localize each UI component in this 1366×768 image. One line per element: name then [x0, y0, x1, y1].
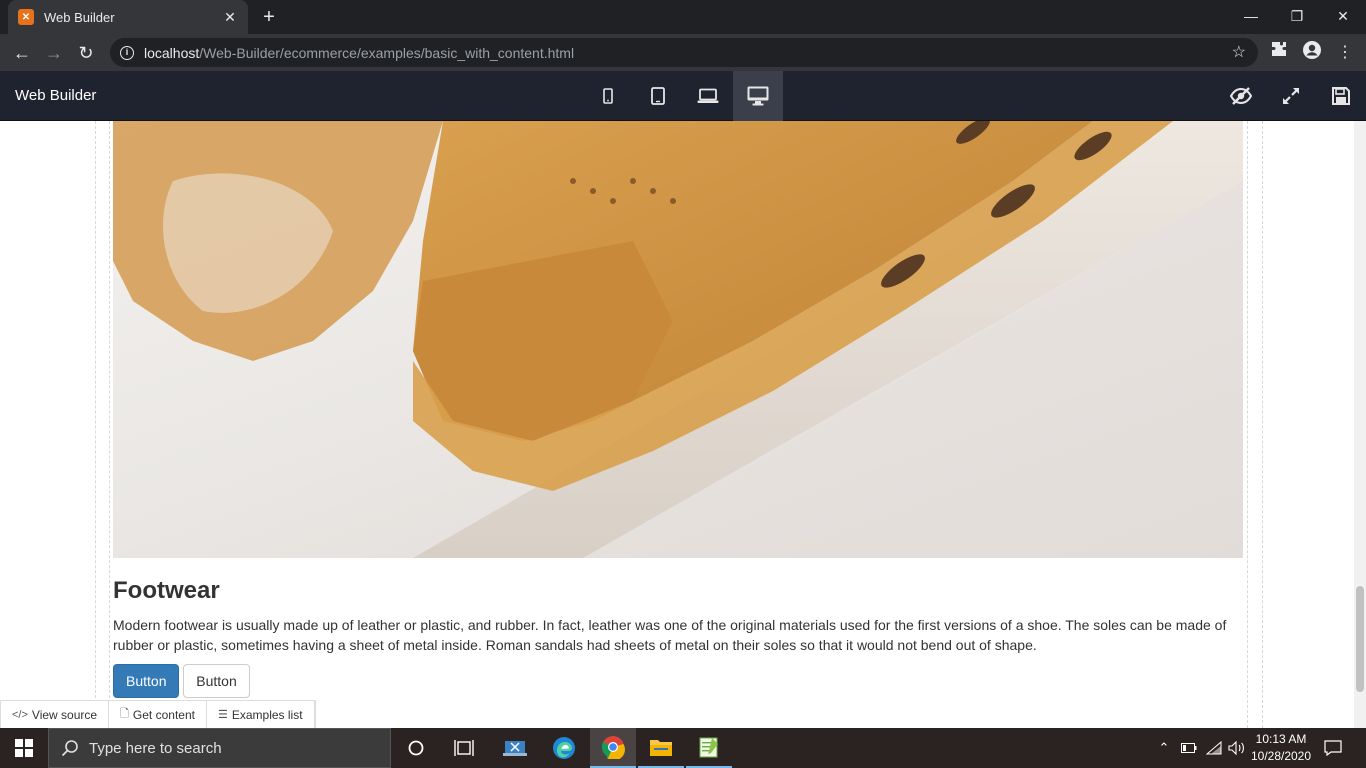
tablet-view-button[interactable] — [633, 71, 683, 121]
builder-app-bar: Web Builder — [0, 71, 1366, 121]
hero-image[interactable] — [113, 121, 1243, 558]
clock-time: 10:13 AM — [1255, 732, 1307, 746]
close-tab-icon[interactable]: ✕ — [222, 9, 238, 26]
profile-icon[interactable] — [1299, 40, 1325, 66]
scrollbar-thumb[interactable] — [1356, 586, 1364, 692]
xampp-favicon-icon: ✕ — [18, 9, 34, 25]
windows-taskbar: Type here to search ⌃ 10:13 AM 10/28/202… — [0, 728, 1366, 768]
search-placeholder: Type here to search — [89, 739, 222, 757]
page-scrollbar[interactable] — [1354, 121, 1366, 728]
notifications-icon[interactable] — [1320, 728, 1346, 768]
extensions-icon[interactable] — [1266, 40, 1292, 66]
save-icon[interactable] — [1328, 83, 1354, 109]
desktop-view-button[interactable] — [733, 71, 783, 121]
window-close-icon[interactable]: ✕ — [1320, 4, 1366, 28]
preview-toggle-icon[interactable] — [1228, 83, 1254, 109]
file-explorer-icon[interactable] — [638, 728, 684, 768]
tablet-icon — [651, 87, 665, 105]
builder-bottom-bar: </> View source 🗋 Get content ☰ Examples… — [0, 700, 316, 728]
battery-icon[interactable] — [1178, 728, 1200, 768]
address-bar[interactable]: i localhost/Web-Builder/ecommerce/exampl… — [110, 38, 1258, 67]
column-guide-right — [1247, 121, 1248, 728]
system-clock[interactable]: 10:13 AM 10/28/2020 — [1248, 731, 1314, 765]
browser-toolbar: ← → ↻ i localhost/Web-Builder/ecommerce/… — [0, 34, 1366, 71]
forward-icon[interactable]: → — [41, 40, 67, 66]
windows-start-icon[interactable] — [0, 728, 48, 768]
app-brand: Web Builder — [15, 87, 97, 104]
bookmark-star-icon[interactable]: ☆ — [1232, 42, 1246, 62]
task-view-icon[interactable] — [441, 728, 487, 768]
url-text: localhost/Web-Builder/ecommerce/examples… — [144, 44, 575, 61]
examples-list-button[interactable]: ☰ Examples list — [207, 701, 315, 728]
edge-browser-icon[interactable] — [541, 728, 587, 768]
restore-icon[interactable]: ❐ — [1274, 4, 1320, 28]
code-icon: </> — [12, 708, 28, 721]
container-guide-left — [95, 121, 96, 728]
search-icon — [61, 740, 78, 757]
show-hidden-icons[interactable]: ⌃ — [1153, 728, 1175, 768]
editor-canvas: Footwear Modern footwear is usually made… — [0, 121, 1366, 728]
view-source-label: View source — [31, 707, 98, 722]
tab-title: Web Builder — [44, 9, 115, 25]
section-heading: Footwear — [113, 577, 220, 604]
volume-icon[interactable] — [1226, 728, 1248, 768]
section-paragraph: Modern footwear is usually made up of le… — [113, 617, 1227, 653]
xampp-app-icon[interactable] — [492, 728, 538, 768]
browser-tab-strip: ✕ Web Builder ✕ + — ❐ ✕ — [0, 0, 1366, 34]
primary-button[interactable]: Button — [113, 664, 179, 698]
notepad-plus-icon[interactable] — [686, 728, 732, 768]
new-tab-icon[interactable]: + — [258, 6, 280, 28]
default-button[interactable]: Button — [183, 664, 250, 698]
get-content-button[interactable]: 🗋 Get content — [109, 701, 207, 728]
back-icon[interactable]: ← — [9, 40, 35, 66]
site-info-icon[interactable]: i — [120, 45, 134, 60]
desktop-icon — [747, 86, 769, 106]
container-guide-right — [1262, 121, 1263, 728]
fullscreen-icon[interactable] — [1278, 83, 1304, 109]
list-icon: ☰ — [217, 709, 228, 721]
file-icon: 🗋 — [120, 708, 129, 720]
mobile-icon — [603, 88, 613, 104]
cortana-icon[interactable] — [393, 728, 439, 768]
minimize-icon[interactable]: — — [1228, 4, 1274, 28]
clock-date: 10/28/2020 — [1250, 749, 1312, 763]
taskbar-search[interactable]: Type here to search — [48, 728, 391, 768]
examples-list-label: Examples list — [231, 707, 303, 722]
sneaker-photo — [113, 121, 1243, 558]
chrome-app-icon[interactable] — [590, 728, 636, 768]
network-icon[interactable] — [1203, 728, 1225, 768]
column-guide-left — [109, 121, 110, 728]
browser-tab[interactable]: ✕ Web Builder ✕ — [8, 0, 248, 34]
menu-kebab-icon[interactable]: ⋮ — [1332, 40, 1358, 66]
laptop-view-button[interactable] — [683, 71, 733, 121]
view-source-button[interactable]: </> View source — [1, 701, 110, 728]
laptop-icon — [697, 88, 719, 103]
get-content-label: Get content — [132, 707, 195, 722]
reload-icon[interactable]: ↻ — [73, 40, 99, 66]
mobile-view-button[interactable] — [583, 71, 633, 121]
